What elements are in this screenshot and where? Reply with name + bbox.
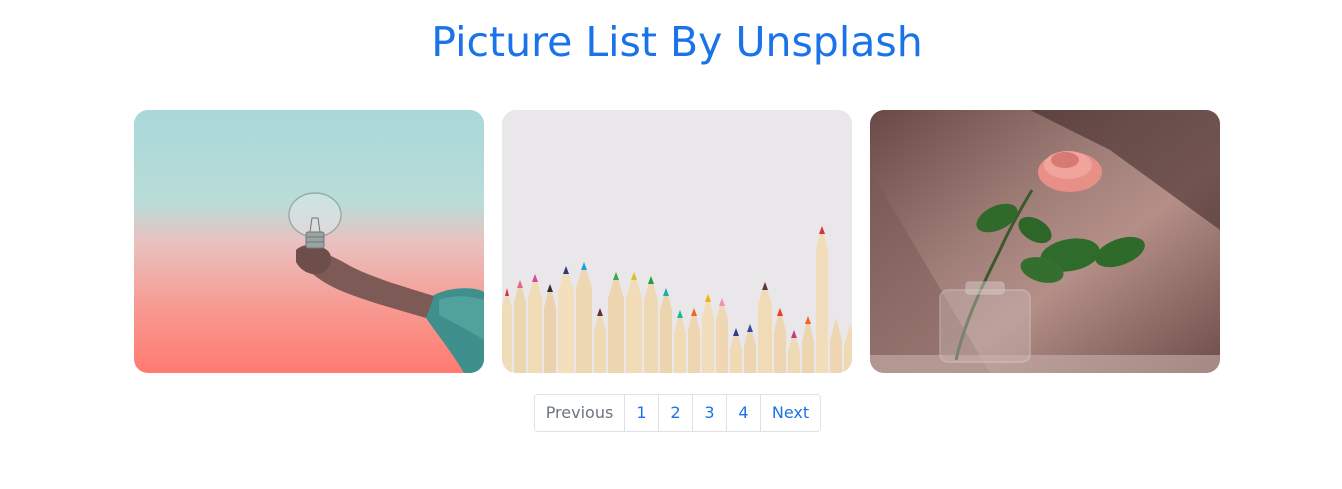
pagination-page-3[interactable]: 3 [692,395,726,431]
page: Picture List By Unsplash Previous 1 2 3 … [0,0,1342,489]
picture-gallery [134,110,1220,373]
rose-image [870,110,1220,373]
pagination-next-button[interactable]: Next [760,395,820,431]
picture-card-rose[interactable] [870,110,1220,373]
lightbulb-image [134,110,484,373]
pagination-page-4[interactable]: 4 [726,395,760,431]
picture-card-pencils[interactable] [502,110,852,373]
picture-card-lightbulb[interactable] [134,110,484,373]
pagination-previous-button[interactable]: Previous [535,395,624,431]
page-title: Picture List By Unsplash [431,18,923,66]
pagination-page-2[interactable]: 2 [658,395,692,431]
colored-pencils-image [502,110,852,373]
pagination-page-1[interactable]: 1 [624,395,658,431]
pagination: Previous 1 2 3 4 Next [534,394,821,432]
